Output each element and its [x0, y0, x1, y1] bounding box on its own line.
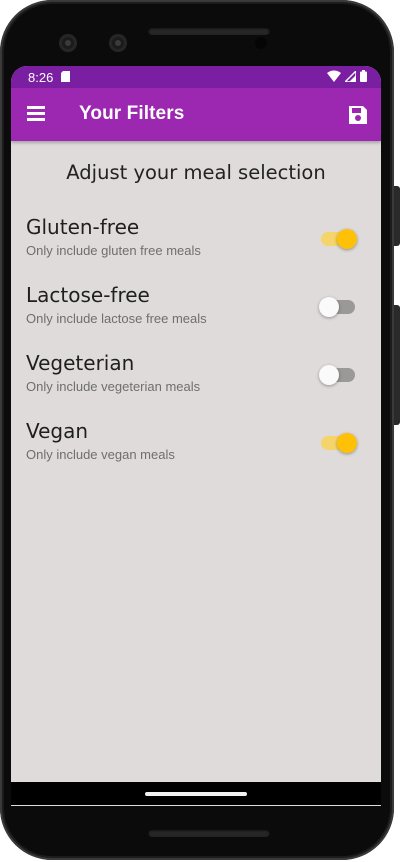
save-icon [349, 106, 367, 124]
status-bar: 8:26 [11, 66, 381, 88]
filter-subtitle: Only include vegan meals [26, 447, 175, 462]
wifi-icon [327, 70, 341, 82]
switch-thumb [337, 433, 357, 453]
navigation-bar [11, 782, 381, 805]
filter-title: Gluten-free [26, 215, 140, 239]
gluten-free-switch[interactable] [321, 229, 357, 249]
filter-title: Vegan [26, 419, 89, 443]
page-title: Your Filters [79, 103, 185, 124]
filter-title: Lactose-free [26, 283, 150, 307]
volume-button [394, 305, 400, 425]
filter-subtitle: Only include lactose free meals [26, 311, 207, 326]
filter-row-vegan[interactable]: Vegan Only include vegan meals [11, 419, 381, 479]
lactose-free-switch[interactable] [319, 297, 355, 317]
bottom-speaker [148, 829, 270, 837]
home-gesture-handle[interactable] [145, 792, 247, 796]
app-bar: Your Filters [11, 88, 381, 141]
filter-subtitle: Only include gluten free meals [26, 243, 201, 258]
hamburger-menu-icon-line [27, 112, 45, 115]
front-camera-icon [59, 34, 77, 52]
filter-title: Vegeterian [26, 351, 135, 375]
filter-row-gluten-free[interactable]: Gluten-free Only include gluten free mea… [11, 215, 381, 275]
save-button[interactable] [347, 104, 369, 126]
cellular-icon [345, 70, 356, 82]
section-heading: Adjust your meal selection [66, 161, 326, 184]
switch-thumb [337, 229, 357, 249]
filter-subtitle: Only include vegeterian meals [26, 379, 201, 394]
battery-icon [360, 70, 367, 82]
menu-button[interactable] [26, 104, 46, 124]
hamburger-menu-icon [27, 106, 45, 109]
filter-row-lactose-free[interactable]: Lactose-free Only include lactose free m… [11, 283, 381, 343]
earpiece-speaker [148, 27, 270, 35]
vegan-switch[interactable] [321, 433, 357, 453]
sd-card-icon [61, 71, 70, 82]
switch-thumb [319, 297, 339, 317]
vegetarian-switch[interactable] [319, 365, 355, 385]
switch-thumb [319, 365, 339, 385]
front-camera-secondary-icon [109, 34, 127, 52]
status-time: 8:26 [28, 70, 54, 85]
status-icons [327, 70, 367, 82]
filter-row-vegetarian[interactable]: Vegeterian Only include vegeterian meals [11, 351, 381, 411]
power-button [394, 186, 400, 246]
app-screen: 8:26 Your Filters Adjust your meal selec… [11, 66, 381, 806]
proximity-sensor [255, 37, 267, 49]
hamburger-menu-icon-line [27, 118, 45, 121]
